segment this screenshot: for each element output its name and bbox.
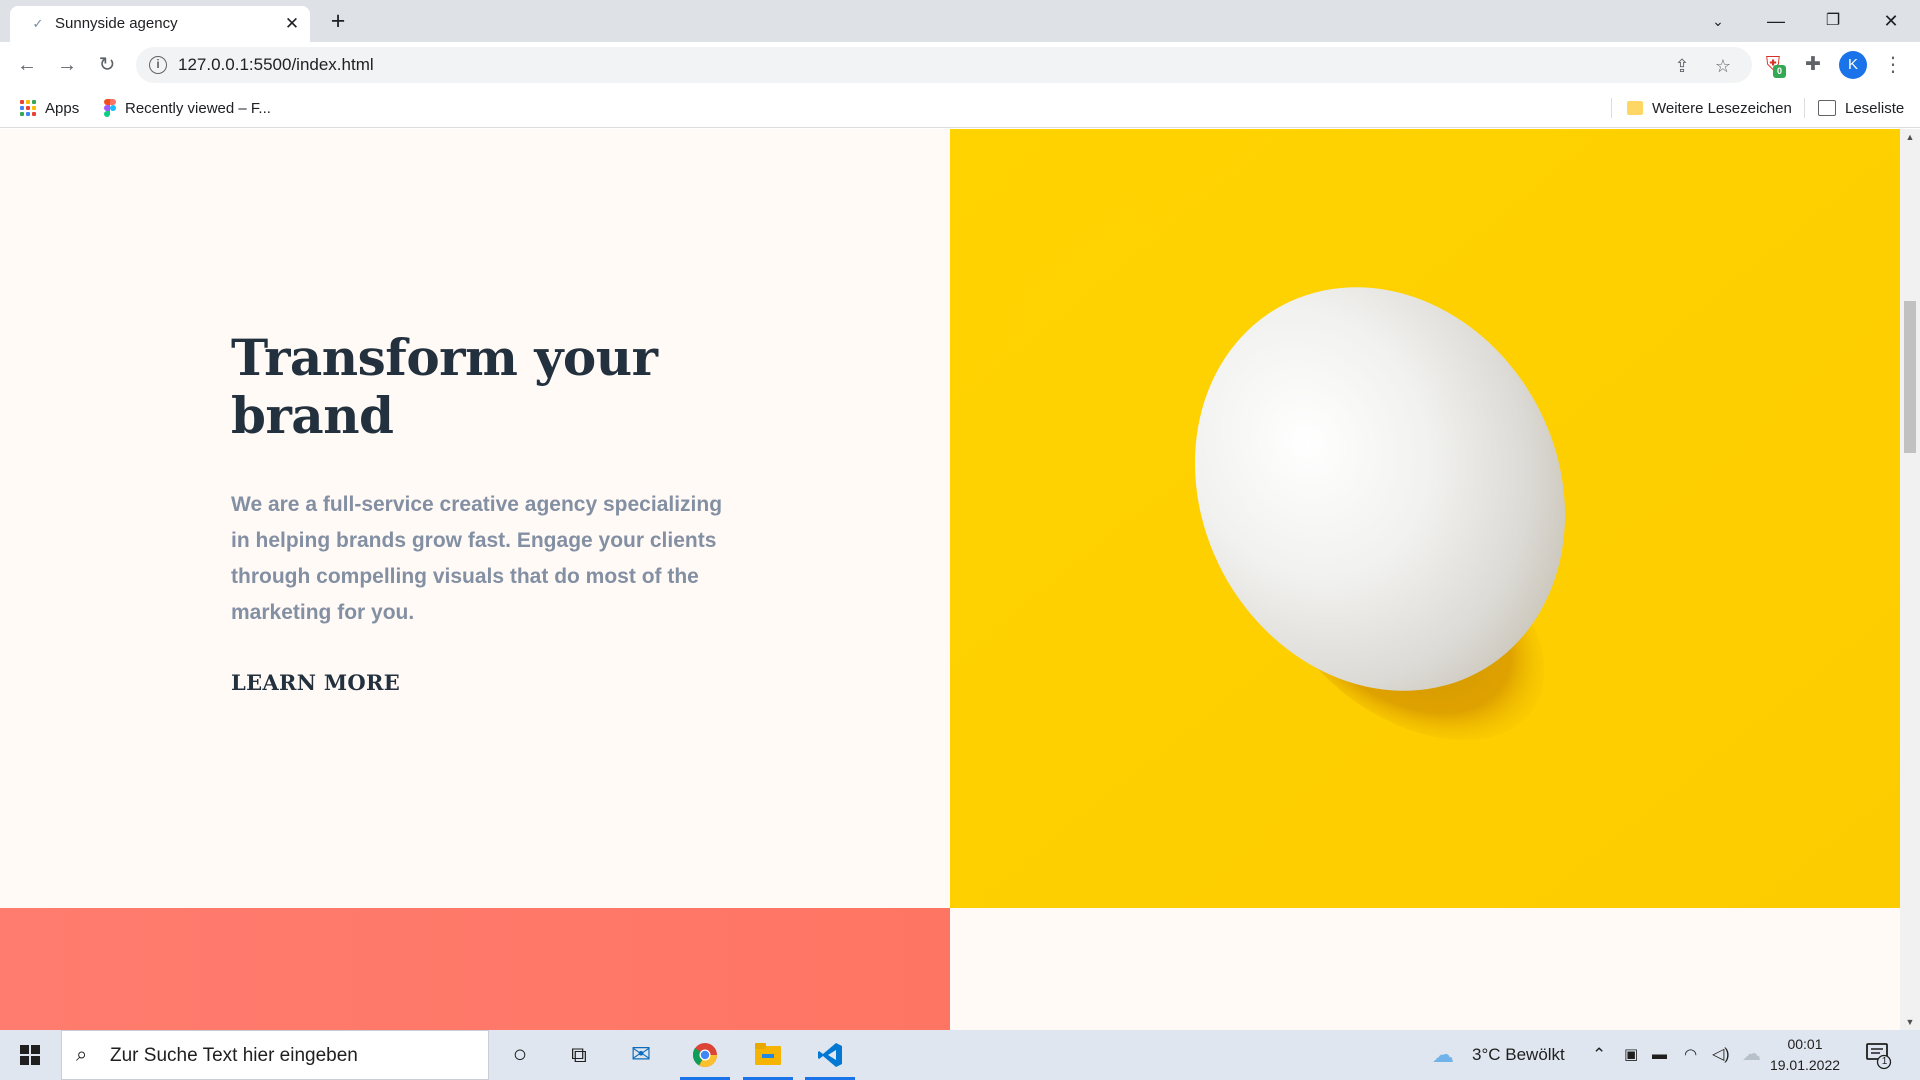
forward-button[interactable]: → <box>52 50 82 80</box>
close-window-button[interactable]: ✕ <box>1871 6 1911 36</box>
notification-center-icon[interactable]: 1 <box>1864 1040 1892 1070</box>
sunnyside-favicon-icon: ✓ <box>32 16 44 31</box>
address-bar[interactable]: i 127.0.0.1:5500/index.html ⇪ ☆ <box>136 47 1752 83</box>
minimize-button[interactable]: — <box>1756 6 1796 36</box>
taskbar-search[interactable]: ⌕ Zur Suche Text hier eingeben <box>61 1030 489 1080</box>
page-viewport: Transform your brand We are a full-servi… <box>0 129 1900 1030</box>
clock-time: 00:01 <box>1787 1036 1823 1052</box>
folder-logo <box>755 1043 781 1065</box>
browser-toolbar: ← → ↻ i 127.0.0.1:5500/index.html ⇪ ☆ ⛨ … <box>0 42 1920 88</box>
meet-now-icon[interactable]: ▣ <box>1624 1030 1638 1080</box>
file-explorer-icon[interactable] <box>739 1030 797 1080</box>
search-icon: ⌕ <box>76 1044 88 1066</box>
reading-list-label: Leseliste <box>1845 99 1905 117</box>
browser-tab[interactable]: ✓ Sunnyside agency ✕ <box>10 6 310 42</box>
tab-search-icon[interactable]: ⌄ <box>1698 6 1738 36</box>
windows-taskbar: ⌕ Zur Suche Text hier eingeben ○ ⧉ ✉ ☁ 3… <box>0 1030 1920 1080</box>
restore-button[interactable]: ❐ <box>1813 6 1853 36</box>
page-scrollbar[interactable]: ▲ ▼ <box>1900 129 1920 1030</box>
menu-kebab-icon[interactable]: ⋮ <box>1879 51 1907 79</box>
show-hidden-icons-icon[interactable]: ⌃ <box>1592 1030 1606 1080</box>
url-text[interactable]: 127.0.0.1:5500/index.html <box>178 55 374 75</box>
vscode-logo <box>818 1043 842 1067</box>
site-info-icon[interactable]: i <box>149 56 167 74</box>
new-tab-button[interactable]: + <box>324 8 352 36</box>
close-tab-icon[interactable]: ✕ <box>280 12 304 36</box>
folder-icon <box>1627 101 1643 115</box>
chrome-logo <box>692 1043 717 1068</box>
cortana-icon[interactable]: ○ <box>491 1030 549 1080</box>
egg-image <box>950 129 1900 908</box>
weather-text[interactable]: 3°C Bewölkt <box>1472 1030 1565 1080</box>
bookmark-label: Recently viewed – F... <box>125 99 271 117</box>
start-button[interactable] <box>0 1030 60 1080</box>
wifi-icon[interactable]: ◠ <box>1684 1030 1697 1080</box>
clock[interactable]: 00:01 19.01.2022 <box>1762 1034 1848 1076</box>
hero-image-panel <box>950 129 1900 908</box>
coral-section <box>0 908 950 1030</box>
scroll-thumb[interactable] <box>1904 301 1916 453</box>
tab-strip: ✓ Sunnyside agency ✕ + ⌄ — ❐ ✕ <box>0 0 1920 42</box>
profile-avatar[interactable]: K <box>1839 51 1867 79</box>
apps-grid-icon <box>20 100 36 116</box>
vscode-icon[interactable] <box>801 1030 859 1080</box>
hero-title: Transform your brand <box>231 328 658 445</box>
cream-section <box>950 908 1900 1030</box>
search-placeholder: Zur Suche Text hier eingeben <box>110 1045 358 1066</box>
weather-cloud-icon[interactable]: ☁ <box>1432 1030 1454 1080</box>
bookmark-label: Apps <box>45 99 80 117</box>
clock-date: 19.01.2022 <box>1769 1057 1841 1073</box>
volume-icon[interactable]: ◁) <box>1712 1030 1730 1080</box>
share-icon[interactable]: ⇪ <box>1670 54 1694 78</box>
bookmark-separator <box>1611 98 1612 118</box>
hero-text-panel: Transform your brand We are a full-servi… <box>0 129 950 908</box>
extension-badge: 0 <box>1773 65 1786 78</box>
bookmark-apps[interactable]: Apps <box>20 96 79 120</box>
scroll-down-arrow-icon[interactable]: ▼ <box>1900 1014 1920 1030</box>
mail-icon[interactable]: ✉ <box>612 1030 670 1080</box>
extension-icon[interactable]: ⛨ 0 <box>1759 51 1787 79</box>
scroll-up-arrow-icon[interactable]: ▲ <box>1900 129 1920 145</box>
extensions-puzzle-icon[interactable]: ✚ <box>1799 51 1827 79</box>
battery-icon[interactable]: ▬ <box>1652 1030 1667 1080</box>
reading-list[interactable]: Leseliste <box>1818 96 1904 120</box>
bookmark-recently-viewed[interactable]: Recently viewed – F... <box>104 96 271 120</box>
hero-description: We are a full-service creative agency sp… <box>231 493 723 624</box>
notification-count: 1 <box>1881 1056 1888 1067</box>
bookmark-star-icon[interactable]: ☆ <box>1711 54 1735 78</box>
chrome-icon[interactable] <box>676 1030 734 1080</box>
bookmarks-bar: Apps Recently viewed – F... Weitere Lese… <box>0 88 1920 128</box>
reading-list-icon <box>1818 100 1836 116</box>
back-button[interactable]: ← <box>12 50 42 80</box>
tab-title: Sunnyside agency <box>55 15 178 32</box>
reload-button[interactable]: ↻ <box>92 50 122 80</box>
onedrive-icon[interactable]: ☁ <box>1742 1030 1761 1080</box>
learn-more-link[interactable]: LEARN MORE <box>231 668 400 698</box>
other-bookmarks-label: Weitere Lesezeichen <box>1652 99 1792 117</box>
other-bookmarks[interactable]: Weitere Lesezeichen <box>1627 96 1792 120</box>
task-view-icon[interactable]: ⧉ <box>550 1030 608 1080</box>
figma-icon <box>104 99 116 117</box>
bookmark-separator <box>1804 98 1805 118</box>
windows-logo-icon <box>20 1045 40 1065</box>
